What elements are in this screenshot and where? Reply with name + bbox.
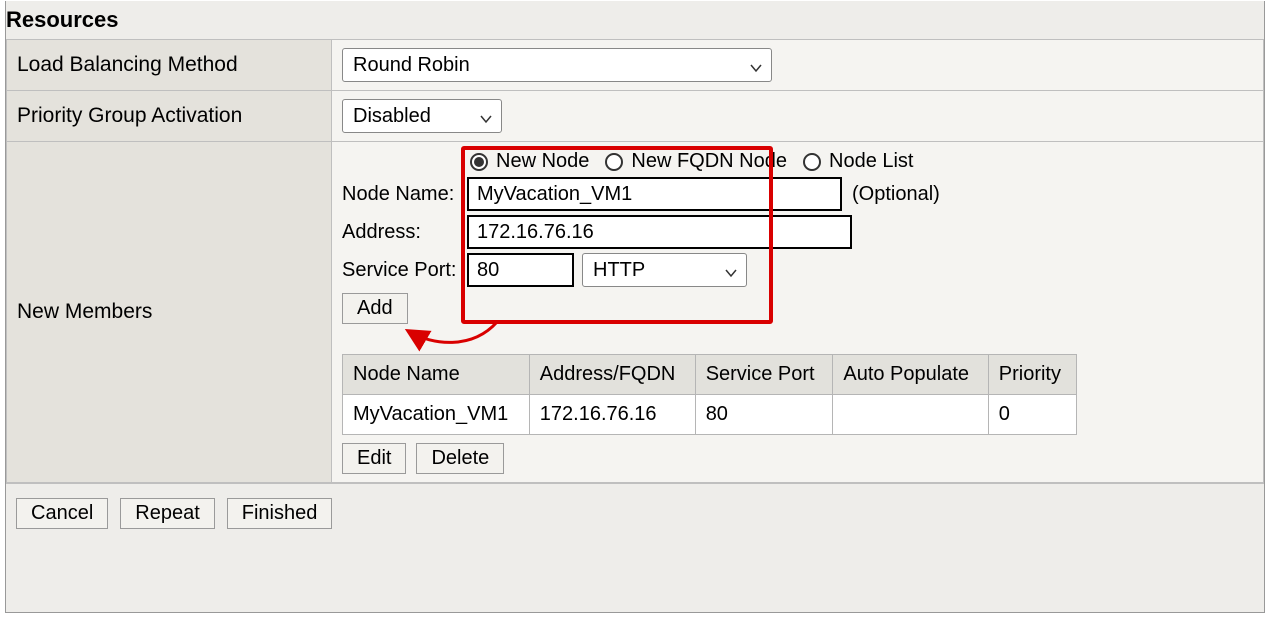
add-button[interactable]: Add xyxy=(342,293,408,324)
optional-text: (Optional) xyxy=(852,183,940,206)
members-col-name: Node Name xyxy=(343,355,530,395)
lb-method-label: Load Balancing Method xyxy=(7,40,332,91)
chevron-down-icon xyxy=(479,109,493,123)
chevron-down-icon xyxy=(724,263,738,277)
radio-node-list[interactable] xyxy=(803,153,821,171)
members-col-priority: Priority xyxy=(988,355,1076,395)
table-row[interactable]: MyVacation_VM1 172.16.76.16 80 0 xyxy=(343,395,1077,435)
lb-method-select[interactable]: Round Robin xyxy=(342,48,772,82)
members-col-auto: Auto Populate xyxy=(833,355,988,395)
radio-new-fqdn-node-label[interactable]: New FQDN Node xyxy=(631,150,787,173)
cell-auto xyxy=(833,395,988,435)
delete-button[interactable]: Delete xyxy=(416,443,504,474)
radio-new-node[interactable] xyxy=(470,153,488,171)
lb-method-value: Round Robin xyxy=(353,54,470,77)
members-col-port: Service Port xyxy=(695,355,833,395)
cell-name: MyVacation_VM1 xyxy=(343,395,530,435)
pga-select[interactable]: Disabled xyxy=(342,99,502,133)
cell-address: 172.16.76.16 xyxy=(529,395,695,435)
repeat-button[interactable]: Repeat xyxy=(120,498,215,529)
edit-button[interactable]: Edit xyxy=(342,443,406,474)
service-port-input[interactable] xyxy=(467,253,574,287)
address-label: Address: xyxy=(342,221,467,244)
radio-new-node-label[interactable]: New Node xyxy=(496,150,589,173)
address-input[interactable] xyxy=(467,215,852,249)
cancel-button[interactable]: Cancel xyxy=(16,498,108,529)
cell-port: 80 xyxy=(695,395,833,435)
node-name-input[interactable] xyxy=(467,177,842,211)
new-members-area: New Node New FQDN Node Node List Node Na… xyxy=(342,150,1253,474)
chevron-down-icon xyxy=(749,58,763,72)
footer-actions: Cancel Repeat Finished xyxy=(6,483,1264,543)
members-col-address: Address/FQDN xyxy=(529,355,695,395)
service-port-label: Service Port: xyxy=(342,259,467,282)
radio-node-list-label[interactable]: Node List xyxy=(829,150,914,173)
resources-panel: Resources Load Balancing Method Round Ro… xyxy=(5,1,1265,613)
resources-form-table: Load Balancing Method Round Robin Priori… xyxy=(6,39,1264,483)
node-name-label: Node Name: xyxy=(342,183,467,206)
radio-new-fqdn-node[interactable] xyxy=(605,153,623,171)
new-members-label: New Members xyxy=(7,142,332,483)
finished-button[interactable]: Finished xyxy=(227,498,333,529)
pga-value: Disabled xyxy=(353,105,431,128)
service-port-select-value: HTTP xyxy=(593,259,645,282)
members-table: Node Name Address/FQDN Service Port Auto… xyxy=(342,354,1077,435)
section-title: Resources xyxy=(6,1,1264,39)
service-port-select[interactable]: HTTP xyxy=(582,253,747,287)
cell-priority: 0 xyxy=(988,395,1076,435)
node-type-radiogroup: New Node New FQDN Node Node List xyxy=(470,150,1253,173)
pga-label: Priority Group Activation xyxy=(7,91,332,142)
